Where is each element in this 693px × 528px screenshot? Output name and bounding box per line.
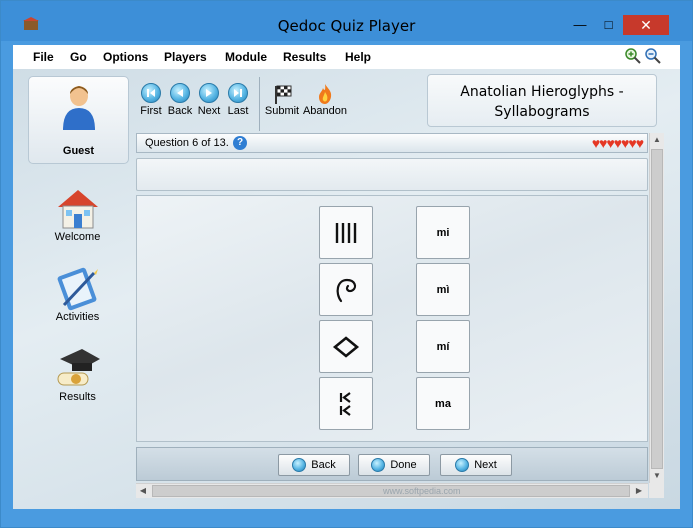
checkered-flag-icon [275, 85, 292, 104]
next-toolbar-label: Next [197, 105, 221, 117]
menu-bar: File Go Options Players Module Results H… [13, 45, 680, 69]
menu-module[interactable]: Module [225, 50, 267, 64]
topic-title-line1: Anatolian Hieroglyphs - [460, 84, 624, 100]
next-icon [199, 83, 219, 103]
topic-title: Anatolian Hieroglyphs - Syllabograms [427, 74, 657, 127]
toolbar-separator [259, 77, 260, 131]
maximize-button[interactable]: □ [595, 15, 622, 35]
scrollbar-corner [649, 483, 664, 498]
back-toolbar-label: Back [167, 105, 193, 117]
last-button[interactable]: Last [223, 83, 253, 117]
menu-results[interactable]: Results [283, 50, 326, 64]
next-arrow-icon [455, 458, 470, 472]
abandon-label: Abandon [302, 105, 348, 117]
back-arrow-icon [292, 458, 307, 472]
answer-tile-4[interactable]: ma [416, 377, 470, 430]
activities-icon [57, 267, 98, 311]
menu-help[interactable]: Help [345, 50, 371, 64]
menu-players[interactable]: Players [164, 50, 207, 64]
submit-label: Submit [264, 105, 300, 117]
next-button-label: Next [474, 459, 497, 471]
answer-tile-3[interactable]: mí [416, 320, 470, 373]
vertical-scrollbar[interactable]: ▲ ▼ [649, 133, 664, 483]
back-toolbar-button[interactable]: Back [165, 83, 195, 117]
nav-welcome-label: Welcome [54, 231, 101, 243]
glyph-tile-2[interactable] [319, 263, 373, 316]
done-button[interactable]: Done [358, 454, 430, 476]
player-name: Guest [62, 145, 95, 157]
glyph-tile-3[interactable] [319, 320, 373, 373]
menu-go[interactable]: Go [70, 50, 87, 64]
graduation-icon [57, 349, 100, 386]
fire-icon [319, 84, 332, 104]
done-button-label: Done [390, 459, 417, 471]
nav-welcome[interactable]: Welcome [28, 187, 127, 243]
last-label: Last [227, 105, 249, 117]
zoom-in-icon[interactable] [625, 48, 641, 64]
player-card[interactable]: Guest [28, 76, 129, 164]
client-area: Guest Welcome Activities Results First B… [13, 69, 680, 509]
nav-results-label: Results [59, 391, 96, 403]
glyph-tile-4[interactable] [319, 377, 373, 430]
first-button[interactable]: First [136, 83, 166, 117]
vertical-scroll-thumb[interactable] [651, 149, 663, 469]
question-counter: Question 6 of 13. [145, 137, 229, 149]
first-icon [141, 83, 161, 103]
menu-options[interactable]: Options [103, 50, 148, 64]
glyph-double-k [339, 391, 351, 416]
topic-title-line2: Syllabograms [494, 104, 590, 120]
glyph-four-strokes [335, 222, 357, 243]
minimize-button[interactable]: — [566, 15, 594, 35]
question-prompt [136, 158, 648, 191]
next-button[interactable]: Next [440, 454, 512, 476]
glyph-tile-1[interactable] [319, 206, 373, 259]
help-icon[interactable]: ? [233, 136, 247, 150]
scroll-up-icon[interactable]: ▲ [650, 133, 664, 147]
answer-tile-1[interactable]: mi [416, 206, 470, 259]
watermark-text: www.softpedia.com [383, 486, 461, 496]
submit-button[interactable]: Submit [264, 83, 300, 117]
navigation-bar: Back Done Next [136, 447, 648, 481]
abandon-button[interactable]: Abandon [302, 83, 348, 117]
back-button-label: Back [311, 459, 336, 471]
scroll-right-icon[interactable]: ▶ [632, 484, 646, 498]
next-toolbar-button[interactable]: Next [194, 83, 224, 117]
zoom-out-icon[interactable] [645, 48, 661, 64]
answer-tile-2[interactable]: mì [416, 263, 470, 316]
first-label: First [140, 105, 162, 117]
glyph-diamond [332, 335, 360, 358]
back-icon [170, 83, 190, 103]
menu-file[interactable]: File [33, 50, 54, 64]
glyph-loop [336, 278, 357, 302]
scroll-left-icon[interactable]: ◀ [136, 484, 150, 498]
nav-activities-label: Activities [55, 311, 100, 323]
matching-area: mi mì mí ma [136, 195, 648, 442]
back-button[interactable]: Back [278, 454, 350, 476]
lives-hearts: ♥♥♥♥♥♥♥ [591, 135, 644, 151]
nav-activities[interactable]: Activities [28, 265, 127, 323]
title-bar: Qedoc Quiz Player — □ ✕ [1, 1, 692, 41]
house-icon [57, 190, 98, 229]
user-avatar-icon [63, 86, 95, 130]
app-window: Qedoc Quiz Player — □ ✕ File Go Options … [0, 0, 693, 528]
last-icon [228, 83, 248, 103]
done-icon [371, 458, 386, 472]
nav-results[interactable]: Results [28, 345, 127, 403]
question-header: Question 6 of 13. ? ♥♥♥♥♥♥♥ [136, 133, 648, 153]
scroll-down-icon[interactable]: ▼ [650, 469, 664, 483]
close-button[interactable]: ✕ [623, 15, 669, 35]
